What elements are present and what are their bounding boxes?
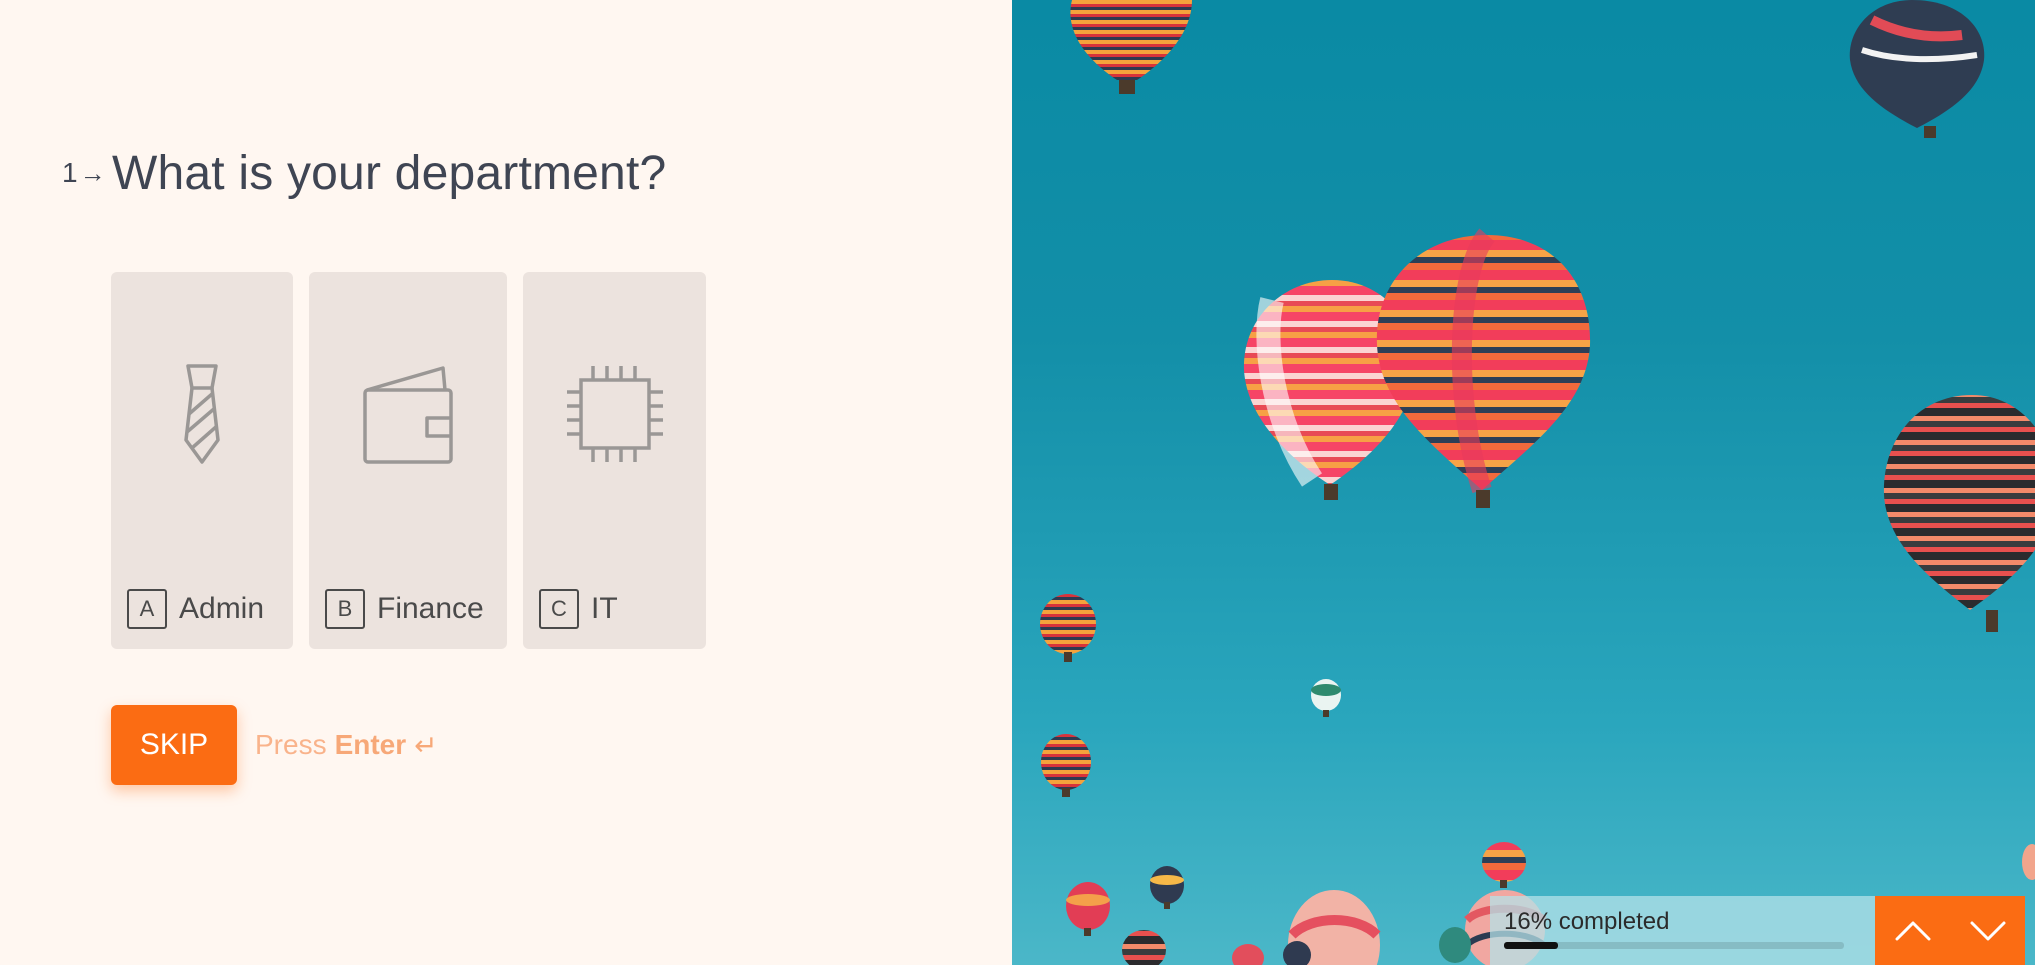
chip-icon xyxy=(565,364,665,464)
skip-button[interactable]: SKIP xyxy=(111,705,237,785)
option-it[interactable]: C IT xyxy=(523,272,706,649)
enter-hint: Press Enter ↵ xyxy=(255,729,438,762)
option-key-badge: C xyxy=(539,589,579,629)
page: 1 → What is your department? A Admin B F… xyxy=(0,0,2035,965)
action-row: SKIP Press Enter ↵ xyxy=(111,705,438,785)
option-admin[interactable]: A Admin xyxy=(111,272,293,649)
option-label: Admin xyxy=(179,592,265,625)
hint-key: Enter xyxy=(334,729,407,760)
option-key-badge: A xyxy=(127,589,167,629)
option-key-badge: B xyxy=(325,589,365,629)
chevron-up-icon xyxy=(1895,921,1930,940)
question-number-text: 1 xyxy=(62,157,78,188)
arrow-right-icon: → xyxy=(79,157,106,188)
question-title: What is your department? xyxy=(112,147,667,200)
previous-question-button[interactable] xyxy=(1883,906,1943,956)
progress-track xyxy=(1504,942,1844,949)
chevron-down-icon xyxy=(1970,921,2005,940)
wallet-icon xyxy=(361,364,455,464)
option-label-row: A Admin xyxy=(127,589,264,629)
navigation-controls xyxy=(1875,896,2025,965)
option-label: IT xyxy=(591,592,618,625)
progress-fill xyxy=(1504,942,1559,949)
options-list: A Admin B Finance C IT xyxy=(111,272,706,649)
next-question-button[interactable] xyxy=(1958,906,2018,956)
hint-prefix: Press xyxy=(255,729,327,760)
question-number: 1 → xyxy=(62,157,106,189)
form-panel: 1 → What is your department? A Admin B F… xyxy=(0,0,1012,965)
option-label: Finance xyxy=(377,592,484,625)
progress-text: 16% completed xyxy=(1504,908,1670,935)
balloon-photo xyxy=(1012,0,2035,965)
progress-indicator: 16% completed xyxy=(1490,896,1875,965)
option-finance[interactable]: B Finance xyxy=(309,272,507,649)
tie-icon xyxy=(182,364,222,464)
option-label-row: C IT xyxy=(539,589,618,629)
balloons-illustration xyxy=(1040,0,2035,965)
enter-icon: ↵ xyxy=(414,729,438,761)
option-label-row: B Finance xyxy=(325,589,484,629)
